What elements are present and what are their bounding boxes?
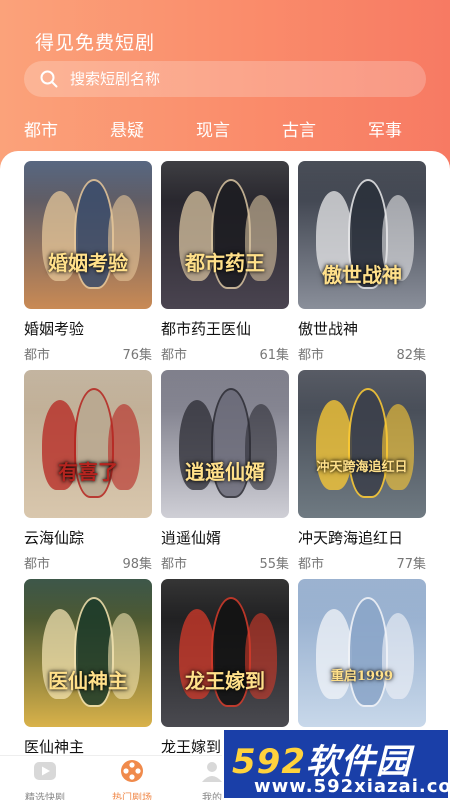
drama-poster[interactable]: 冲天跨海追红日 — [298, 370, 426, 518]
tab-dushi[interactable]: 都市 — [24, 116, 58, 141]
poster-title: 傲世战神 — [322, 263, 402, 287]
drama-title: 冲天跨海追红日 — [298, 529, 404, 547]
tab-xuanyi[interactable]: 悬疑 — [110, 116, 144, 141]
drama-episodes: 55集 — [259, 557, 289, 572]
poster-title: 冲天跨海追红日 — [316, 460, 408, 475]
drama-card[interactable]: 冲天跨海追红日 冲天跨海追红日 都市 77集 — [298, 370, 426, 572]
watermark-logo: 592软件园 www.592xiazai.com — [222, 728, 450, 800]
category-tabs: 都市 悬疑 现言 古言 军事 — [0, 116, 450, 144]
drama-card[interactable]: 傲世战神 傲世战神 都市 82集 — [298, 161, 426, 363]
drama-title: 医仙神主 — [24, 738, 85, 755]
search-icon — [40, 70, 58, 88]
poster-title: 都市药王 — [185, 251, 265, 275]
poster-title: 龙王嫁到 — [185, 669, 265, 693]
drama-card[interactable]: 都市药王都市药王医仙 都市 61集 — [161, 161, 289, 363]
tab-xianyan[interactable]: 现言 — [196, 116, 230, 141]
tab-guyan[interactable]: 古言 — [282, 116, 316, 141]
drama-poster[interactable]: 都市药王 — [161, 161, 289, 309]
drama-genre: 都市 — [298, 348, 325, 363]
drama-grid: 婚姻考验 婚姻考验 都市 76集 都市药王 都市药王医仙 都市 61集 傲世战神 傲世战神 都市 82… — [0, 151, 450, 755]
drama-episodes: 82集 — [396, 348, 426, 363]
drama-episodes: 76集 — [122, 348, 152, 363]
nav-theater-label: 热门剧场 — [112, 793, 152, 800]
poster-title: 逍遥仙婿 — [185, 460, 265, 484]
drama-poster[interactable]: 重启1999 — [298, 579, 426, 727]
drama-episodes: 98集 — [122, 557, 152, 572]
drama-episodes: 77集 — [396, 557, 426, 572]
poster-title: 有喜了 — [58, 460, 118, 484]
poster-title: 婚姻考验 — [48, 251, 128, 275]
drama-card[interactable]: 婚姻考验 婚姻考验 都市 76集 — [24, 161, 152, 363]
drama-episodes: 61集 — [259, 348, 289, 363]
drama-card[interactable]: 重启1999 — [298, 579, 426, 736]
search-bar[interactable] — [24, 61, 426, 97]
drama-title: 傲世战神 — [298, 320, 359, 338]
drama-genre: 都市 — [161, 557, 188, 572]
tab-junshi[interactable]: 军事 — [368, 116, 402, 141]
drama-poster[interactable]: 逍遥仙婿 — [161, 370, 289, 518]
drama-poster[interactable]: 龙王嫁到 — [161, 579, 289, 727]
drama-title: 婚姻考验 — [24, 320, 85, 338]
drama-card[interactable]: 医仙神主 医仙神主 — [24, 579, 152, 755]
drama-genre: 都市 — [24, 557, 51, 572]
play-icon — [34, 762, 56, 780]
drama-poster[interactable]: 医仙神主 — [24, 579, 152, 727]
drama-genre: 都市 — [161, 348, 188, 363]
drama-title: 逍遥仙婿 — [161, 529, 222, 547]
drama-poster[interactable]: 傲世战神 — [298, 161, 426, 309]
search-input[interactable] — [70, 70, 370, 88]
drama-card[interactable]: 有喜了云海仙踪都市 98集 — [24, 370, 152, 572]
nav-theater[interactable]: 热门剧场 — [92, 758, 172, 800]
drama-genre: 都市 — [298, 557, 325, 572]
drama-card[interactable]: 逍遥仙婿 逍遥仙婿 都市 55集 — [161, 370, 289, 572]
app-title: 得见免费短剧 — [35, 32, 156, 54]
drama-title: 都市药王医仙 — [161, 320, 252, 338]
drama-poster[interactable]: 婚姻考验 — [24, 161, 152, 309]
poster-title: 重启1999 — [330, 669, 394, 684]
drama-genre: 都市 — [24, 348, 51, 363]
nav-featured[interactable]: 精选快剧 — [5, 758, 85, 800]
poster-title: 医仙神主 — [48, 669, 128, 693]
nav-featured-label: 精选快剧 — [25, 793, 65, 800]
drama-poster[interactable]: 有喜了 — [24, 370, 152, 518]
watermark-url: www.592xiazai.com — [254, 776, 450, 797]
drama-title: 云海仙踪 — [24, 529, 85, 547]
film-reel-icon — [121, 760, 143, 782]
